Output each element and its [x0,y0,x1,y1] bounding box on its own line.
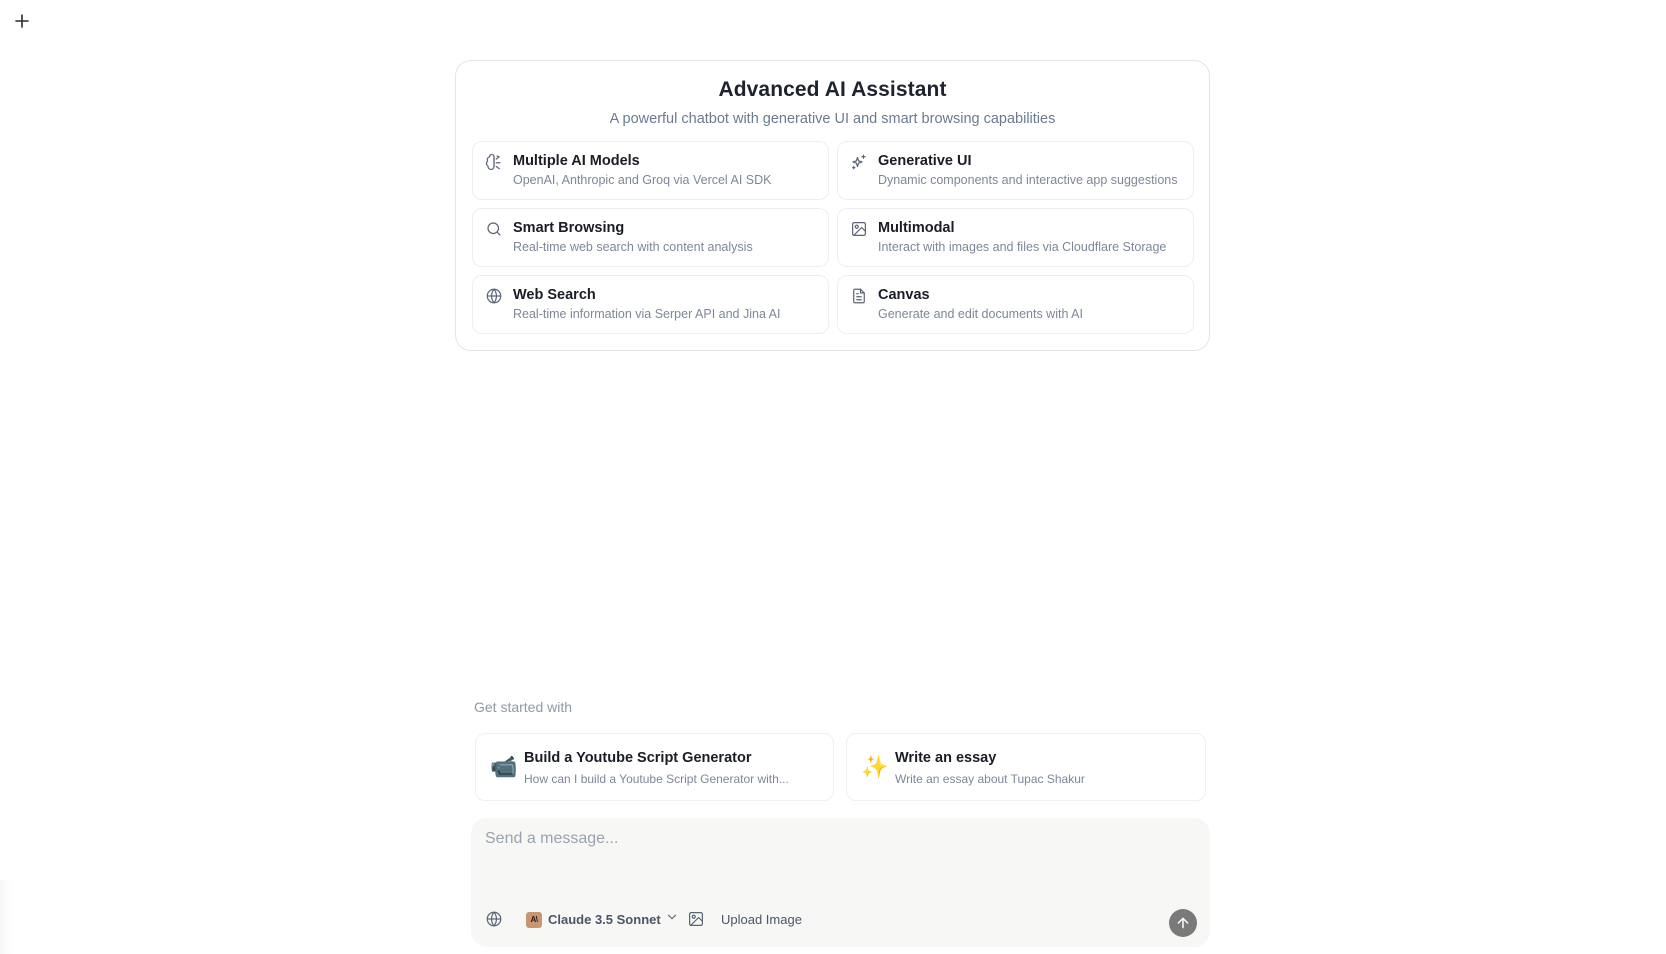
feature-card-multimodal: Multimodal Interact with images and file… [837,208,1194,267]
feature-card-smart-browsing: Smart Browsing Real-time web search with… [472,208,829,267]
model-label: Claude 3.5 Sonnet [548,912,661,927]
globe-icon [486,911,502,927]
feature-title: Canvas [878,287,930,303]
feature-title: Multiple AI Models [513,153,640,169]
send-button[interactable] [1169,909,1197,937]
arrow-up-icon [1177,917,1189,929]
feature-title: Multimodal [878,220,955,236]
sparkles-icon: ✨ [861,754,889,779]
page-title: Advanced AI Assistant [718,78,947,101]
feature-card-canvas: Canvas Generate and edit documents with … [837,275,1194,334]
sparkles-icon [850,153,868,171]
feature-description: Real-time information via Serper API and… [513,307,781,321]
upload-image-button[interactable]: Upload Image [687,910,802,928]
message-input[interactable] [485,830,1185,890]
feature-card-multiple-ai-models: Multiple AI Models OpenAI, Anthropic and… [472,141,829,200]
feature-title: Generative UI [878,153,972,169]
feature-card-web-search: Web Search Real-time information via Ser… [472,275,829,334]
globe-icon [485,287,503,305]
suggestion-card[interactable]: 📹 Build a Youtube Script Generator How c… [475,733,834,801]
feature-description: Interact with images and files via Cloud… [878,240,1167,254]
brain-icon [485,153,503,171]
suggestion-description: How can I build a Youtube Script Generat… [524,772,789,786]
model-selector[interactable]: A\ Claude 3.5 Sonnet [526,910,679,929]
feature-description: OpenAI, Anthropic and Groq via Vercel AI… [513,173,772,187]
feature-card-generative-ui: Generative UI Dynamic components and int… [837,141,1194,200]
chevron-down-icon [665,910,679,929]
sidebar-edge [0,880,14,954]
suggestion-description: Write an essay about Tupac Shakur [895,772,1085,786]
image-icon [689,912,703,926]
suggestions-heading: Get started with [474,699,573,715]
video-camera-icon: 📹 [490,754,518,779]
feature-description: Dynamic components and interactive app s… [878,173,1178,187]
document-icon [850,287,868,305]
feature-description: Real-time web search with content analys… [513,240,753,254]
new-chat-button[interactable] [12,11,32,31]
image-icon [850,220,868,238]
feature-title: Smart Browsing [513,220,625,236]
anthropic-logo-icon: A\ [526,911,542,928]
plus-icon [15,14,29,28]
search-icon [485,220,503,238]
suggestion-title: Write an essay [895,750,997,766]
web-search-toggle[interactable] [485,910,503,928]
welcome-card: Advanced AI Assistant A powerful chatbot… [455,60,1210,351]
feature-description: Generate and edit documents with AI [878,307,1083,321]
suggestion-card[interactable]: ✨ Write an essay Write an essay about Tu… [846,733,1206,801]
suggestion-title: Build a Youtube Script Generator [524,750,752,766]
page-subtitle: A powerful chatbot with generative UI an… [609,111,1056,127]
upload-image-label: Upload Image [721,911,802,927]
message-composer: A\ Claude 3.5 Sonnet Upload Image [471,818,1210,947]
feature-title: Web Search [513,287,596,303]
